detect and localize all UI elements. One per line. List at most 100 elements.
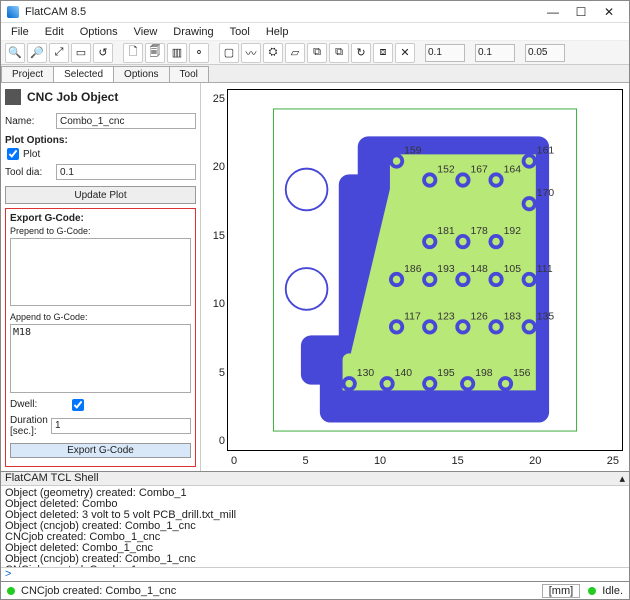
title-bar: FlatCAM 8.5 — ☐ ✕ [1,1,629,23]
svg-text:167: 167 [470,164,488,175]
tooldia-label: Tool dia: [5,167,56,178]
update-plot-button[interactable]: Update Plot [5,186,196,204]
pcb-svg: 1591521671641611701811781921861931481051… [228,90,622,450]
tab-options[interactable]: Options [113,66,169,82]
tab-tool[interactable]: Tool [169,66,209,82]
close-button[interactable]: ✕ [595,3,623,21]
duration-input[interactable] [51,418,191,434]
svg-text:181: 181 [437,226,455,237]
plot-checkbox[interactable] [7,148,19,160]
dwell-checkbox[interactable] [72,399,84,411]
toolbar-btn-14[interactable]: ⧉ [329,43,349,63]
property-panel: CNC Job Object Name: Plot Options: Plot … [1,83,201,471]
toolbar: 🔍🔎⤢▭↺🗋🗐▥⚬▢〰⛭▱⧉⧉↻⧈✕ [1,41,629,65]
plot-options-heading: Plot Options: [5,135,196,146]
svg-text:117: 117 [404,311,421,322]
svg-text:183: 183 [504,311,522,322]
toolbar-btn-17[interactable]: ✕ [395,43,415,63]
svg-text:130: 130 [357,368,375,379]
export-gcode-button[interactable]: Export G-Code [10,443,191,458]
menu-bar: File Edit Options ViewDrawing Tool Help [1,23,629,41]
panel-tabs: ProjectSelectedOptionsTool [1,65,629,83]
svg-text:148: 148 [470,264,488,275]
svg-text:105: 105 [504,264,522,275]
svg-text:186: 186 [404,264,422,275]
svg-text:193: 193 [437,264,455,275]
menu-options[interactable]: Options [74,26,124,38]
svg-text:156: 156 [513,368,531,379]
prepend-textarea[interactable] [10,238,191,306]
name-label: Name: [5,116,56,127]
status-bar: CNCjob created: Combo_1_cnc [mm] Idle. [1,581,629,599]
toolbar-f3[interactable] [525,44,565,62]
svg-text:192: 192 [504,226,522,237]
svg-text:159: 159 [404,145,422,156]
toolbar-btn-0[interactable]: 🔍 [5,43,25,63]
plot-area[interactable]: 2520151050 159152167164161170 [201,83,629,471]
toolbar-f2[interactable] [475,44,515,62]
shell-output[interactable]: Object (geometry) created: Combo_1Object… [1,486,629,567]
export-gcode-box: Export G-Code: Prepend to G-Code: Append… [5,208,196,467]
svg-text:126: 126 [470,311,488,322]
svg-text:111: 111 [537,264,553,275]
toolbar-btn-5[interactable]: 🗋 [123,43,143,63]
duration-label: Duration [sec.]: [10,415,51,437]
prepend-label: Prepend to G-Code: [10,226,191,236]
svg-text:140: 140 [395,368,413,379]
status-state: Idle. [602,585,623,597]
export-heading: Export G-Code: [10,213,191,224]
toolbar-btn-13[interactable]: ⧉ [307,43,327,63]
svg-text:164: 164 [504,164,522,175]
menu-tool[interactable]: Tool [224,26,256,38]
shell-input[interactable]: > [1,567,629,581]
menu-edit[interactable]: Edit [39,26,70,38]
shell-toggle-icon[interactable]: ▴ [619,472,625,485]
append-label: Append to G-Code: [10,312,191,322]
plot-label: Plot [23,149,40,160]
svg-text:198: 198 [475,368,493,379]
toolbar-f1[interactable] [425,44,465,62]
status-message: CNCjob created: Combo_1_cnc [21,585,542,597]
tcl-shell: FlatCAM TCL Shell ▴ Object (geometry) cr… [1,471,629,581]
status-led-icon [7,587,15,595]
menu-view[interactable]: View [128,26,164,38]
toolbar-btn-7[interactable]: ▥ [167,43,187,63]
tooldia-input[interactable] [56,164,196,180]
shell-title: FlatCAM TCL Shell [5,472,99,485]
plot-canvas[interactable]: 1591521671641611701811781921861931481051… [227,89,623,451]
toolbar-btn-2[interactable]: ⤢ [49,43,69,63]
menu-help[interactable]: Help [260,26,295,38]
toolbar-btn-8[interactable]: ⚬ [189,43,209,63]
toolbar-btn-4[interactable]: ↺ [93,43,113,63]
window-title: FlatCAM 8.5 [25,6,539,18]
tab-selected[interactable]: Selected [53,66,114,82]
x-axis: 0510152025 [227,455,623,467]
toolbar-btn-16[interactable]: ⧈ [373,43,393,63]
toolbar-btn-3[interactable]: ▭ [71,43,91,63]
maximize-button[interactable]: ☐ [567,3,595,21]
toolbar-btn-1[interactable]: 🔎 [27,43,47,63]
tab-project[interactable]: Project [1,66,54,82]
status-led-icon [588,587,596,595]
name-input[interactable] [56,113,196,129]
toolbar-btn-12[interactable]: ▱ [285,43,305,63]
svg-text:161: 161 [537,145,555,156]
append-textarea[interactable]: M18 [10,324,191,392]
toolbar-btn-6[interactable]: 🗐 [145,43,165,63]
svg-text:123: 123 [437,311,455,322]
unit-indicator: [mm] [542,584,580,598]
menu-drawing[interactable]: Drawing [167,26,219,38]
toolbar-btn-11[interactable]: ⛭ [263,43,283,63]
cncjob-icon [5,89,21,105]
svg-text:178: 178 [470,226,488,237]
toolbar-btn-9[interactable]: ▢ [219,43,239,63]
minimize-button[interactable]: — [539,3,567,21]
toolbar-btn-15[interactable]: ↻ [351,43,371,63]
svg-text:135: 135 [537,311,555,322]
dwell-label: Dwell: [10,399,70,410]
svg-text:152: 152 [437,164,455,175]
svg-text:195: 195 [437,368,455,379]
menu-file[interactable]: File [5,26,35,38]
y-axis: 2520151050 [207,89,225,451]
toolbar-btn-10[interactable]: 〰 [241,43,261,63]
